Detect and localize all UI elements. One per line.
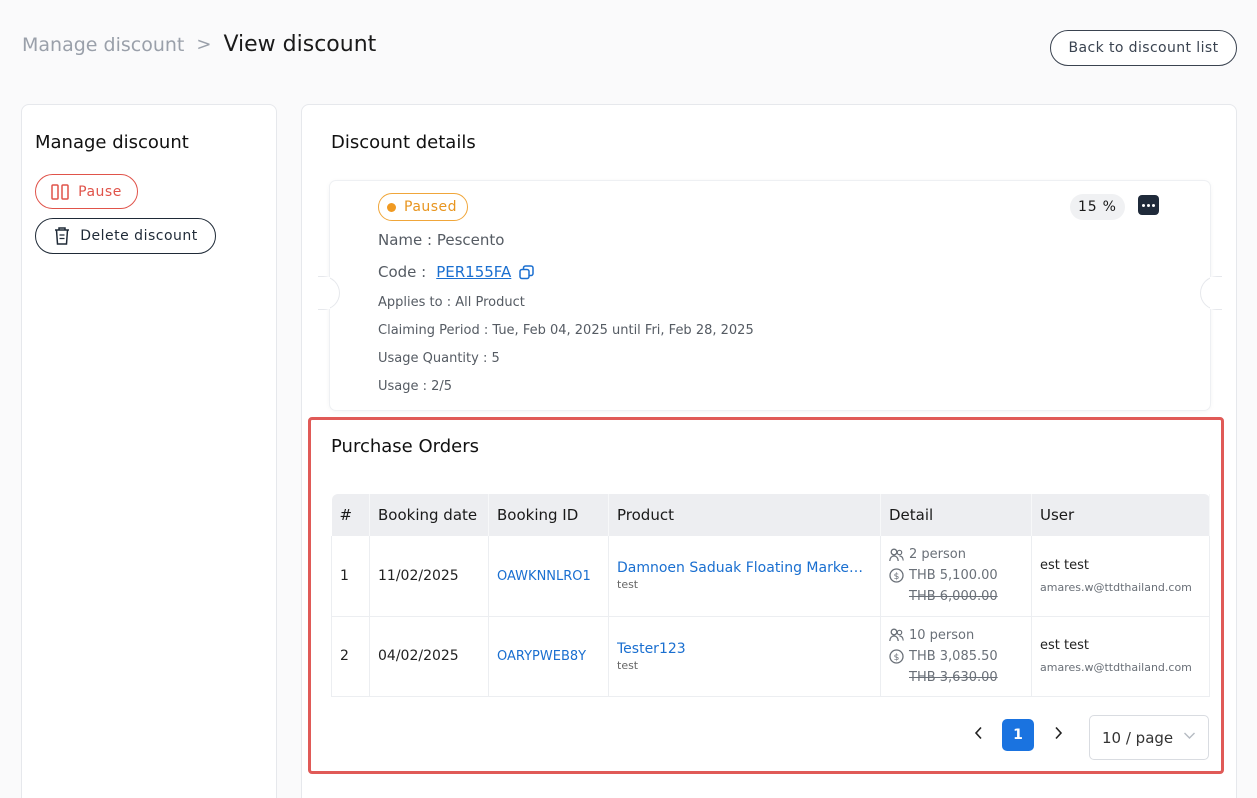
delete-discount-label: Delete discount <box>80 228 198 244</box>
chevron-left-icon <box>974 726 982 740</box>
persons-count: 10 person <box>909 627 975 643</box>
table-row: 2 04/02/2025 OARYPWEB8Y Tester123 test 1… <box>331 616 1210 697</box>
price-line: $ THB 5,100.00 <box>889 565 1031 586</box>
back-to-discount-list-button[interactable]: Back to discount list <box>1050 30 1237 66</box>
applies-to: Applies to : All Product <box>378 295 525 310</box>
product-link[interactable]: Damnoen Saduak Floating Market &... <box>617 560 867 576</box>
column-header-product: Product <box>608 494 881 536</box>
ticket-notch-left <box>318 276 340 310</box>
user-cell: est test amares.w@ttdthailand.com <box>1031 536 1210 617</box>
discount-ticket-card: Paused 15 % Name : Pescento Code : PER15… <box>318 181 1222 410</box>
column-header-detail: Detail <box>880 494 1032 536</box>
product-cell: Tester123 test <box>608 616 881 697</box>
discount-details-title: Discount details <box>331 132 476 153</box>
pause-label: Pause <box>78 183 122 200</box>
discount-percent-badge: 15 % <box>1070 194 1125 220</box>
row-index: 2 <box>331 616 370 697</box>
row-index: 1 <box>331 536 370 617</box>
product-cell: Damnoen Saduak Floating Market &... test <box>608 536 881 617</box>
column-header-index: # <box>331 494 370 536</box>
breadcrumb: Manage discount > View discount <box>22 32 376 57</box>
status-badge: Paused <box>378 193 469 221</box>
table-header-row: # Booking date Booking ID Product Detail… <box>331 494 1210 536</box>
copy-icon[interactable] <box>519 264 535 280</box>
purchase-orders-table: # Booking date Booking ID Product Detail… <box>331 494 1210 697</box>
user-name: est test <box>1040 557 1089 573</box>
discount-name: Name : Pescento <box>378 231 505 249</box>
status-label: Paused <box>404 199 458 215</box>
delete-discount-button[interactable]: Delete discount <box>35 218 216 254</box>
original-price-line: THB 3,630.00 <box>889 667 1031 688</box>
column-header-booking-id: Booking ID <box>488 494 609 536</box>
more-dot <box>1152 203 1155 207</box>
svg-text:$: $ <box>894 653 900 663</box>
status-dot-icon <box>387 202 396 212</box>
persons-line: 2 person <box>889 544 1031 565</box>
purchase-orders-title: Purchase Orders <box>331 436 479 457</box>
price: THB 5,100.00 <box>909 568 998 584</box>
previous-page-button[interactable] <box>971 723 985 743</box>
ticket-notch-right <box>1200 276 1222 310</box>
dollar-coin-icon: $ <box>889 568 904 583</box>
original-price: THB 3,630.00 <box>909 669 998 685</box>
product-subtitle: test <box>617 658 639 672</box>
booking-id-cell: OARYPWEB8Y <box>488 616 609 697</box>
user-email: amares.w@ttdthailand.com <box>1040 661 1192 674</box>
page-1-button[interactable]: 1 <box>1002 719 1034 751</box>
page-size-value: 10 / page <box>1102 728 1174 747</box>
manage-discount-panel: Manage discount Pause Delete discount <box>21 104 277 798</box>
original-price-line: THB 6,000.00 <box>889 586 1031 607</box>
price: THB 3,085.50 <box>909 648 998 664</box>
booking-id-link[interactable]: OAWKNNLRO1 <box>497 569 591 584</box>
more-dots-icon <box>1142 203 1145 207</box>
next-page-button[interactable] <box>1051 723 1065 743</box>
table-row: 1 11/02/2025 OAWKNNLRO1 Damnoen Saduak F… <box>331 536 1210 617</box>
svg-text:$: $ <box>894 572 900 582</box>
users-icon <box>889 548 904 561</box>
detail-cell: 10 person $ THB 3,085.50 THB 3,630.00 <box>880 616 1032 697</box>
user-email: amares.w@ttdthailand.com <box>1040 580 1192 594</box>
persons-count: 2 person <box>909 547 966 563</box>
breadcrumb-manage-discount[interactable]: Manage discount <box>22 34 184 56</box>
booking-id-cell: OAWKNNLRO1 <box>488 536 609 617</box>
manage-discount-title: Manage discount <box>35 132 189 153</box>
price-line: $ THB 3,085.50 <box>889 646 1031 667</box>
booking-date: 11/02/2025 <box>369 536 489 617</box>
more-options-button[interactable] <box>1138 195 1159 215</box>
pause-icon <box>51 183 69 200</box>
users-icon <box>889 628 904 642</box>
discount-code-link[interactable]: PER155FA <box>436 263 511 281</box>
usage-quantity: Usage Quantity : 5 <box>378 351 500 366</box>
product-link[interactable]: Tester123 <box>617 641 867 657</box>
original-price: THB 6,000.00 <box>909 589 998 605</box>
discount-details-panel: Discount details Paused 15 % Name : Pesc… <box>301 104 1237 798</box>
user-cell: est test amares.w@ttdthailand.com <box>1031 616 1210 697</box>
detail-cell: 2 person $ THB 5,100.00 THB 6,000.00 <box>880 536 1032 617</box>
column-header-booking-date: Booking date <box>369 494 489 536</box>
user-name: est test <box>1040 638 1089 653</box>
booking-id-link[interactable]: OARYPWEB8Y <box>497 649 586 664</box>
chevron-down-icon <box>1184 732 1195 739</box>
code-label: Code : <box>378 263 427 281</box>
trash-icon <box>55 227 70 245</box>
page-size-select[interactable]: 10 / page <box>1089 715 1209 760</box>
chevron-right-icon <box>1054 726 1062 740</box>
more-dot <box>1147 203 1150 207</box>
page-title: View discount <box>223 32 377 57</box>
usage-count: Usage : 2/5 <box>378 379 453 394</box>
product-subtitle: test <box>617 578 639 592</box>
persons-line: 10 person <box>889 625 1031 646</box>
claiming-period: Claiming Period : Tue, Feb 04, 2025 unti… <box>378 323 754 338</box>
dollar-coin-icon: $ <box>889 648 904 664</box>
booking-date: 04/02/2025 <box>369 616 489 697</box>
pause-button[interactable]: Pause <box>35 174 138 209</box>
discount-code-row: Code : PER155FA <box>378 263 535 281</box>
column-header-user: User <box>1031 494 1210 536</box>
purchase-orders-section: Purchase Orders # Booking date Booking I… <box>308 417 1224 774</box>
breadcrumb-separator: > <box>196 34 212 55</box>
